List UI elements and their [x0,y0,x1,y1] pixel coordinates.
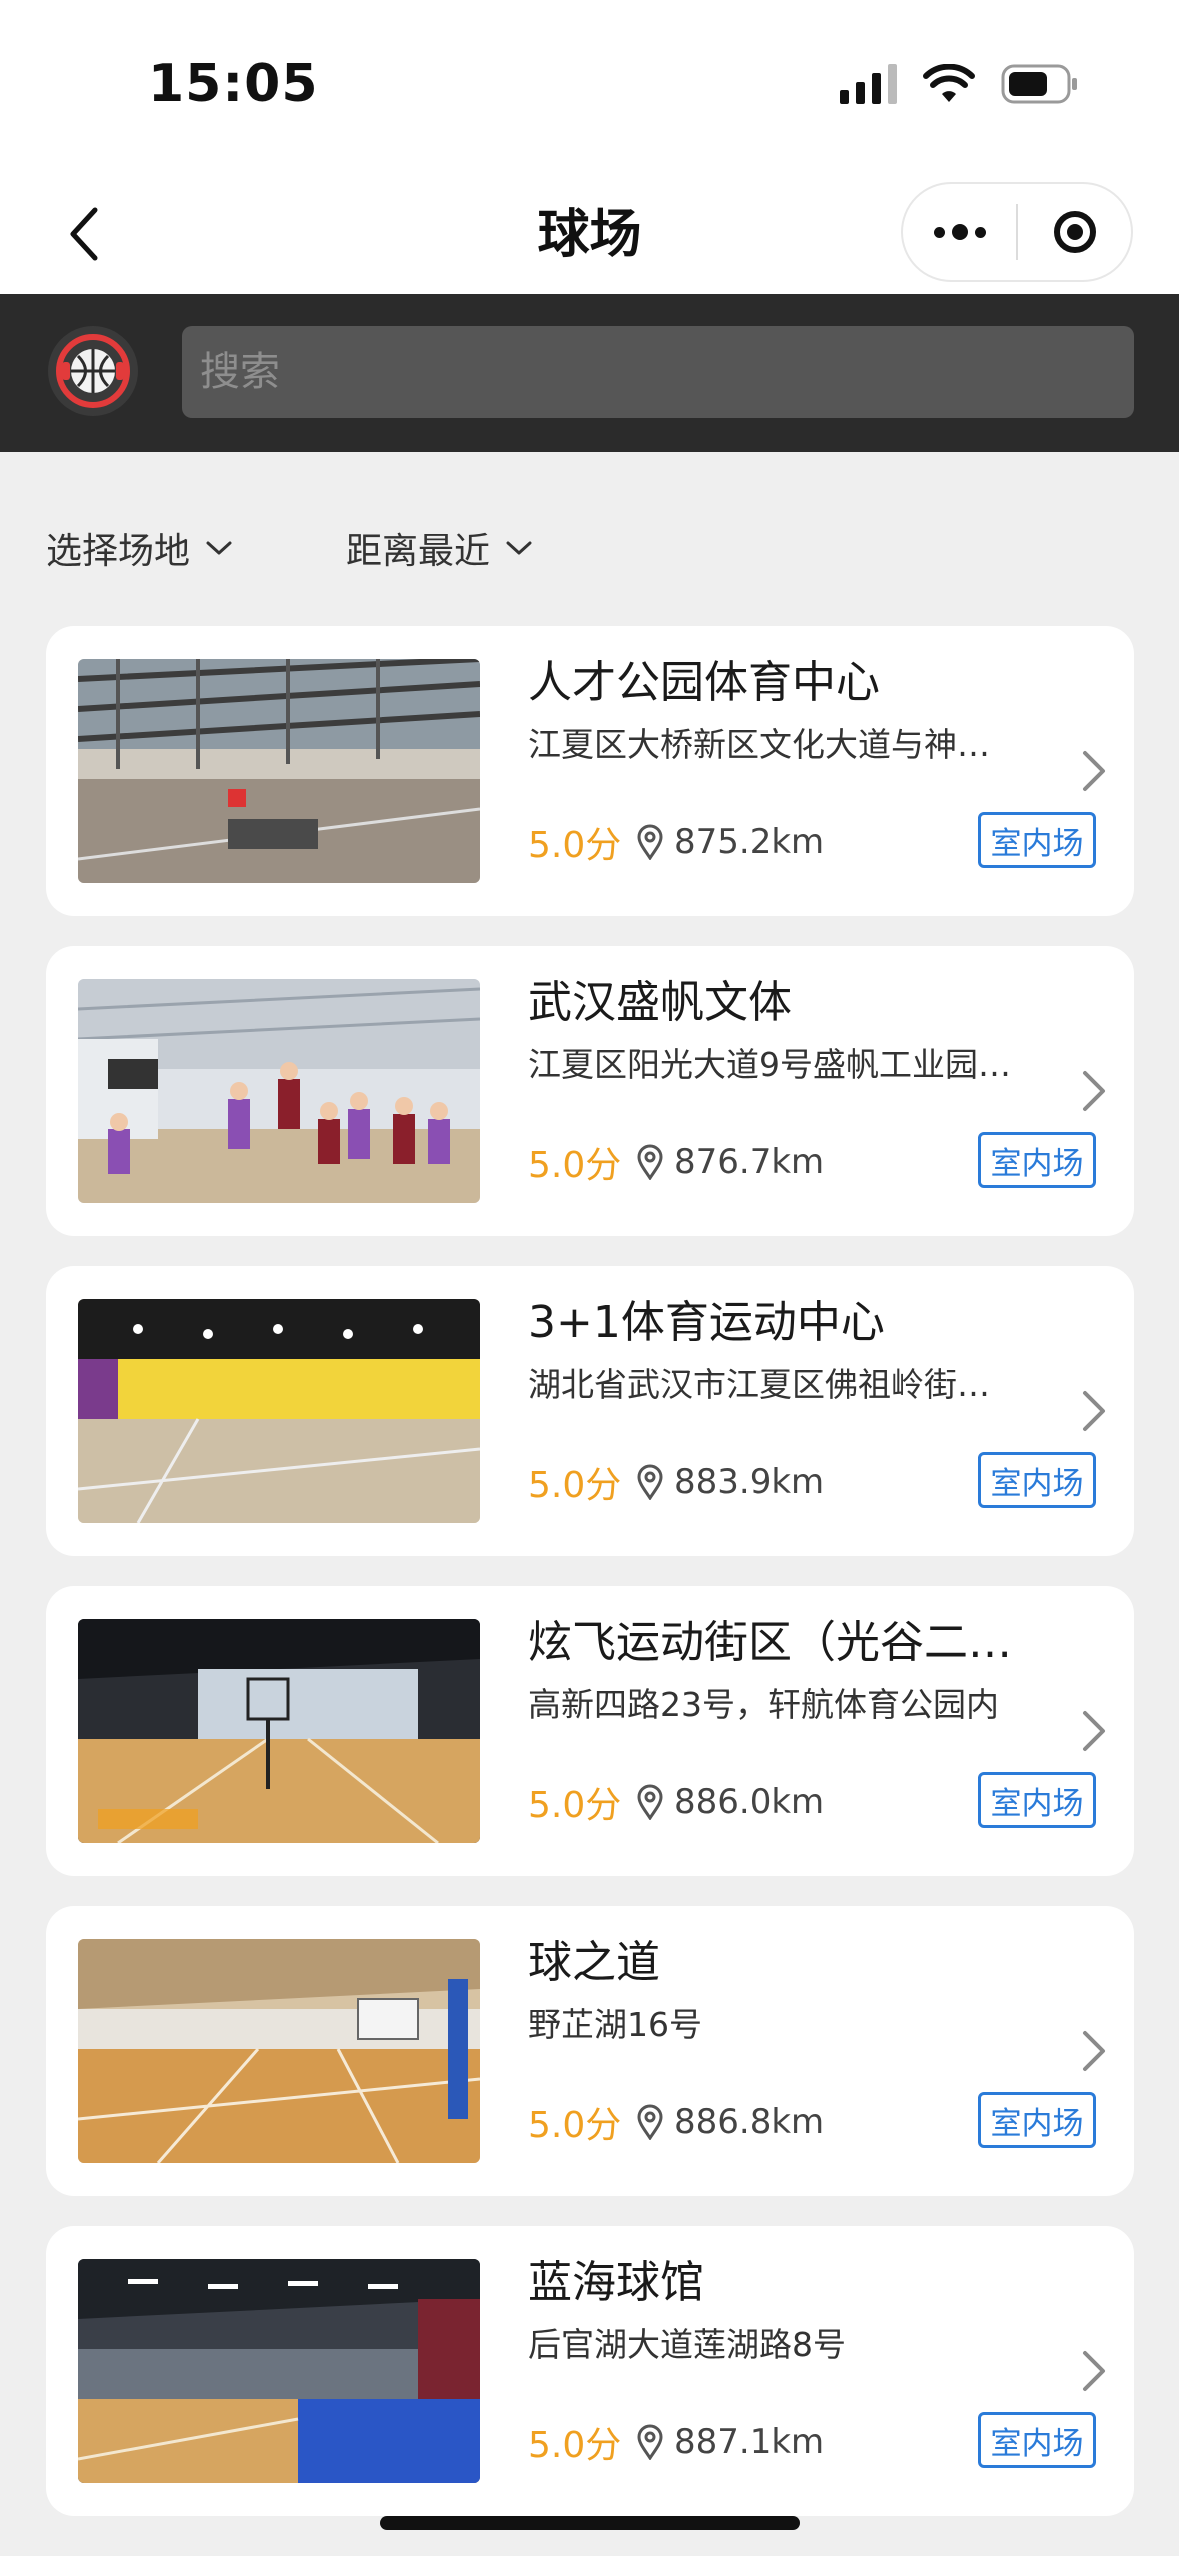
chevron-down-icon [206,541,232,555]
court-distance-value: 886.0km [674,1782,825,1822]
court-info: 人才公园体育中心 江夏区大桥新区文化大道与神… 5.0分 875.2km 室内场 [528,652,1096,868]
nav-bar: 球场 [0,170,1179,294]
status-icons [840,64,1079,104]
location-pin-icon [637,2104,663,2140]
court-meta: 5.0分 876.7km 室内场 [528,1132,1096,1192]
sort-distance-dropdown[interactable]: 距离最近 [346,522,534,574]
chevron-down-icon [506,541,532,555]
location-pin-icon [637,1464,663,1500]
court-score: 5.0分 [528,825,622,866]
search-input[interactable] [182,326,1134,418]
venue-filter-label: 选择场地 [46,531,191,572]
court-name: 蓝海球馆 [528,2257,704,2308]
chevron-right-icon [1074,1064,1114,1118]
chevron-right-icon [1074,744,1114,798]
court-thumbnail [78,1939,480,2163]
court-name: 3+1体育运动中心 [528,1297,885,1348]
more-dot-icon [974,226,986,238]
location-pin-icon [637,1144,663,1180]
court-name: 武汉盛帆文体 [528,977,792,1028]
court-card[interactable]: 球之道 野芷湖16号 5.0分 886.8km 室内场 [46,1906,1134,2196]
court-meta: 5.0分 886.8km 室内场 [528,2092,1096,2152]
court-distance-value: 883.9km [674,1462,825,1502]
court-thumbnail [78,1619,480,1843]
court-distance-value: 875.2km [674,822,825,862]
cellular-signal-icon [840,64,897,104]
court-type-tag: 室内场 [978,1772,1096,1828]
more-dot-icon [933,226,945,238]
court-info: 武汉盛帆文体 江夏区阳光大道9号盛帆工业园… 5.0分 876.7km 室内场 [528,972,1096,1188]
court-address: 后官湖大道莲湖路8号 [528,2325,846,2364]
court-type-tag: 室内场 [978,1452,1096,1508]
sort-filter-label: 距离最近 [346,531,491,572]
court-address: 野芷湖16号 [528,2005,702,2044]
target-icon [1053,211,1096,253]
court-score: 5.0分 [528,1145,622,1186]
court-distance: 876.7km [636,1142,824,1182]
wifi-icon [923,64,975,102]
court-thumbnail [78,2259,480,2483]
status-bar: 15:05 [0,0,1179,170]
court-info: 蓝海球馆 后官湖大道莲湖路8号 5.0分 887.1km 室内场 [528,2252,1096,2468]
court-address: 江夏区阳光大道9号盛帆工业园… [528,1045,1011,1084]
court-distance: 886.0km [636,1782,824,1822]
court-card[interactable]: 武汉盛帆文体 江夏区阳光大道9号盛帆工业园… 5.0分 876.7km 室内场 [46,946,1134,1236]
location-pin-icon [637,1784,663,1820]
court-score: 5.0分 [528,2425,622,2466]
court-info: 炫飞运动街区（光谷二… 高新四路23号，轩航体育公园内 5.0分 886.0km… [528,1612,1096,1828]
filter-bar: 选择场地 距离最近 [0,452,1179,622]
court-thumbnail [78,659,480,883]
court-type-tag: 室内场 [978,2412,1096,2468]
court-distance-value: 887.1km [674,2422,825,2462]
court-name: 球之道 [528,1937,660,1988]
home-indicator[interactable] [380,2516,800,2530]
location-pin-icon [637,2424,663,2460]
court-type-tag: 室内场 [978,2092,1096,2148]
status-time: 15:05 [148,54,319,114]
court-meta: 5.0分 883.9km 室内场 [528,1452,1096,1512]
court-score: 5.0分 [528,1785,622,1826]
court-distance: 883.9km [636,1462,824,1502]
court-type-tag: 室内场 [978,812,1096,868]
chevron-right-icon [1074,1704,1114,1758]
court-distance: 875.2km [636,822,824,862]
court-distance: 887.1km [636,2422,824,2462]
more-dot-icon [951,224,968,240]
more-button[interactable] [903,184,1016,280]
court-name: 炫飞运动街区（光谷二… [528,1617,1012,1668]
venue-filter-dropdown[interactable]: 选择场地 [46,522,234,574]
court-info: 球之道 野芷湖16号 5.0分 886.8km 室内场 [528,1932,1096,2148]
basketball-logo-icon [48,326,138,416]
court-distance-value: 886.8km [674,2102,825,2142]
court-meta: 5.0分 887.1km 室内场 [528,2412,1096,2472]
chevron-right-icon [1074,2344,1114,2398]
court-distance: 886.8km [636,2102,824,2142]
chevron-right-icon [1074,1384,1114,1438]
court-info: 3+1体育运动中心 湖北省武汉市江夏区佛祖岭街… 5.0分 883.9km 室内… [528,1292,1096,1508]
court-distance-value: 876.7km [674,1142,825,1182]
court-name: 人才公园体育中心 [528,657,880,708]
court-meta: 5.0分 875.2km 室内场 [528,812,1096,872]
court-card[interactable]: 炫飞运动街区（光谷二… 高新四路23号，轩航体育公园内 5.0分 886.0km… [46,1586,1134,1876]
mini-program-capsule [901,182,1133,282]
court-address: 江夏区大桥新区文化大道与神… [528,725,990,764]
court-card[interactable]: 蓝海球馆 后官湖大道莲湖路8号 5.0分 887.1km 室内场 [46,2226,1134,2516]
court-card[interactable]: 人才公园体育中心 江夏区大桥新区文化大道与神… 5.0分 875.2km 室内场 [46,626,1134,916]
court-meta: 5.0分 886.0km 室内场 [528,1772,1096,1832]
court-card[interactable]: 3+1体育运动中心 湖北省武汉市江夏区佛祖岭街… 5.0分 883.9km 室内… [46,1266,1134,1556]
court-score: 5.0分 [528,1465,622,1506]
court-type-tag: 室内场 [978,1132,1096,1188]
court-score: 5.0分 [528,2105,622,2146]
court-thumbnail [78,979,480,1203]
battery-icon [1001,64,1077,104]
close-mini-program-button[interactable] [1018,184,1131,280]
chevron-right-icon [1074,2024,1114,2078]
court-address: 高新四路23号，轩航体育公园内 [528,1685,999,1724]
location-pin-icon [637,824,663,860]
court-address: 湖北省武汉市江夏区佛祖岭街… [528,1365,990,1404]
search-bar [0,294,1179,452]
court-thumbnail [78,1299,480,1523]
